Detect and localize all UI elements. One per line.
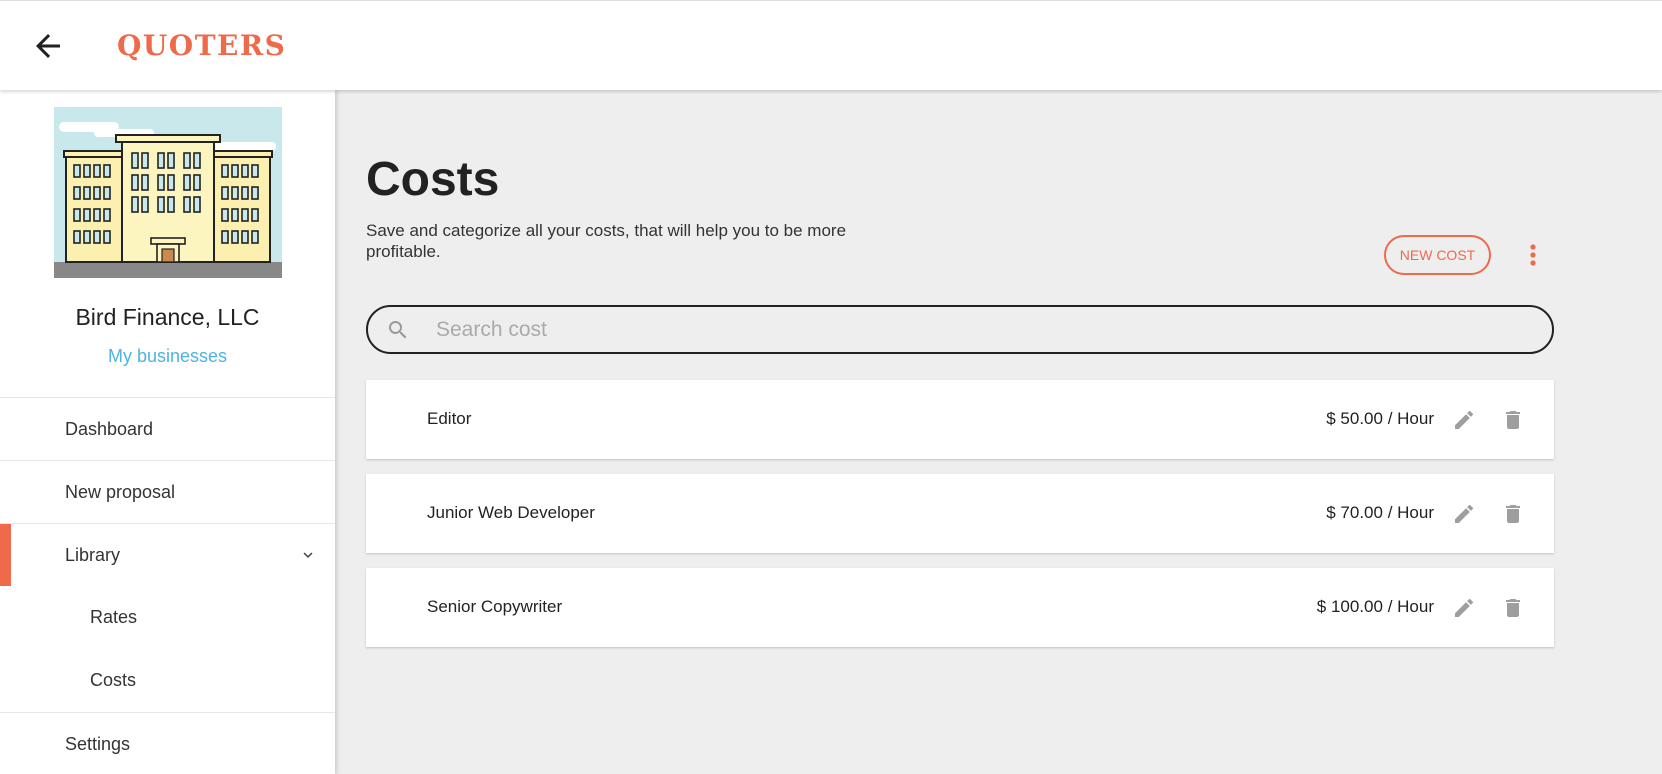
main-content: Costs Save and categorize all your costs…: [335, 90, 1662, 774]
sidebar-item-dashboard[interactable]: Dashboard: [0, 397, 335, 460]
cost-row[interactable]: Editor $ 50.00 / Hour: [366, 380, 1554, 459]
sidebar-item-new-proposal[interactable]: New proposal: [0, 460, 335, 523]
search-input[interactable]: [436, 313, 1526, 347]
sidebar-nav: Dashboard New proposal Library Rates Cos…: [0, 397, 335, 774]
new-cost-button[interactable]: NEW COST: [1384, 235, 1491, 275]
sidebar-item-rates[interactable]: Rates: [0, 586, 335, 649]
arrow-left-icon: [36, 34, 60, 58]
my-businesses-link[interactable]: My businesses: [0, 346, 335, 367]
sidebar-item-label: Settings: [65, 733, 131, 754]
cost-row[interactable]: Senior Copywriter $ 100.00 / Hour: [366, 568, 1554, 647]
cost-name: Editor: [427, 409, 472, 428]
brand-logo-text[interactable]: QUOTERS: [117, 29, 286, 62]
delete-icon[interactable]: [1501, 502, 1525, 526]
page-subtitle: Save and categorize all your costs, that…: [366, 221, 847, 261]
back-button[interactable]: [30, 28, 66, 64]
sidebar-item-costs[interactable]: Costs: [0, 649, 335, 712]
cost-row[interactable]: Junior Web Developer $ 70.00 / Hour: [366, 474, 1554, 553]
business-name: Bird Finance, LLC: [75, 304, 260, 330]
sidebar-item-label: Dashboard: [65, 418, 154, 439]
cost-price: $ 50.00 / Hour: [1326, 409, 1434, 428]
edit-icon[interactable]: [1452, 502, 1476, 526]
more-options-button[interactable]: [1521, 241, 1545, 269]
delete-icon[interactable]: [1501, 408, 1525, 432]
business-building-logo: [54, 107, 282, 278]
sidebar-item-label: Library: [65, 544, 121, 565]
cost-name: Senior Copywriter: [427, 597, 563, 616]
edit-icon[interactable]: [1452, 408, 1476, 432]
cost-name: Junior Web Developer: [427, 503, 595, 522]
page-title: Costs: [366, 153, 500, 206]
cost-price: $ 100.00 / Hour: [1316, 597, 1434, 616]
delete-icon[interactable]: [1501, 596, 1525, 620]
search-box: [366, 305, 1554, 354]
sidebar-item-library[interactable]: Library: [0, 523, 335, 586]
more-vert-icon: [1530, 244, 1536, 266]
search-icon: [389, 321, 407, 339]
chevron-down-icon: [303, 552, 313, 558]
sidebar-item-label: Rates: [90, 607, 138, 627]
sidebar: Bird Finance, LLC My businesses Dashboar…: [0, 90, 335, 774]
cost-price: $ 70.00 / Hour: [1326, 503, 1434, 522]
edit-icon[interactable]: [1452, 596, 1476, 620]
sidebar-item-settings[interactable]: Settings: [0, 712, 335, 774]
sidebar-item-label: Costs: [90, 670, 137, 690]
sidebar-item-label: New proposal: [65, 481, 176, 502]
top-bar: QUOTERS: [0, 0, 1662, 90]
